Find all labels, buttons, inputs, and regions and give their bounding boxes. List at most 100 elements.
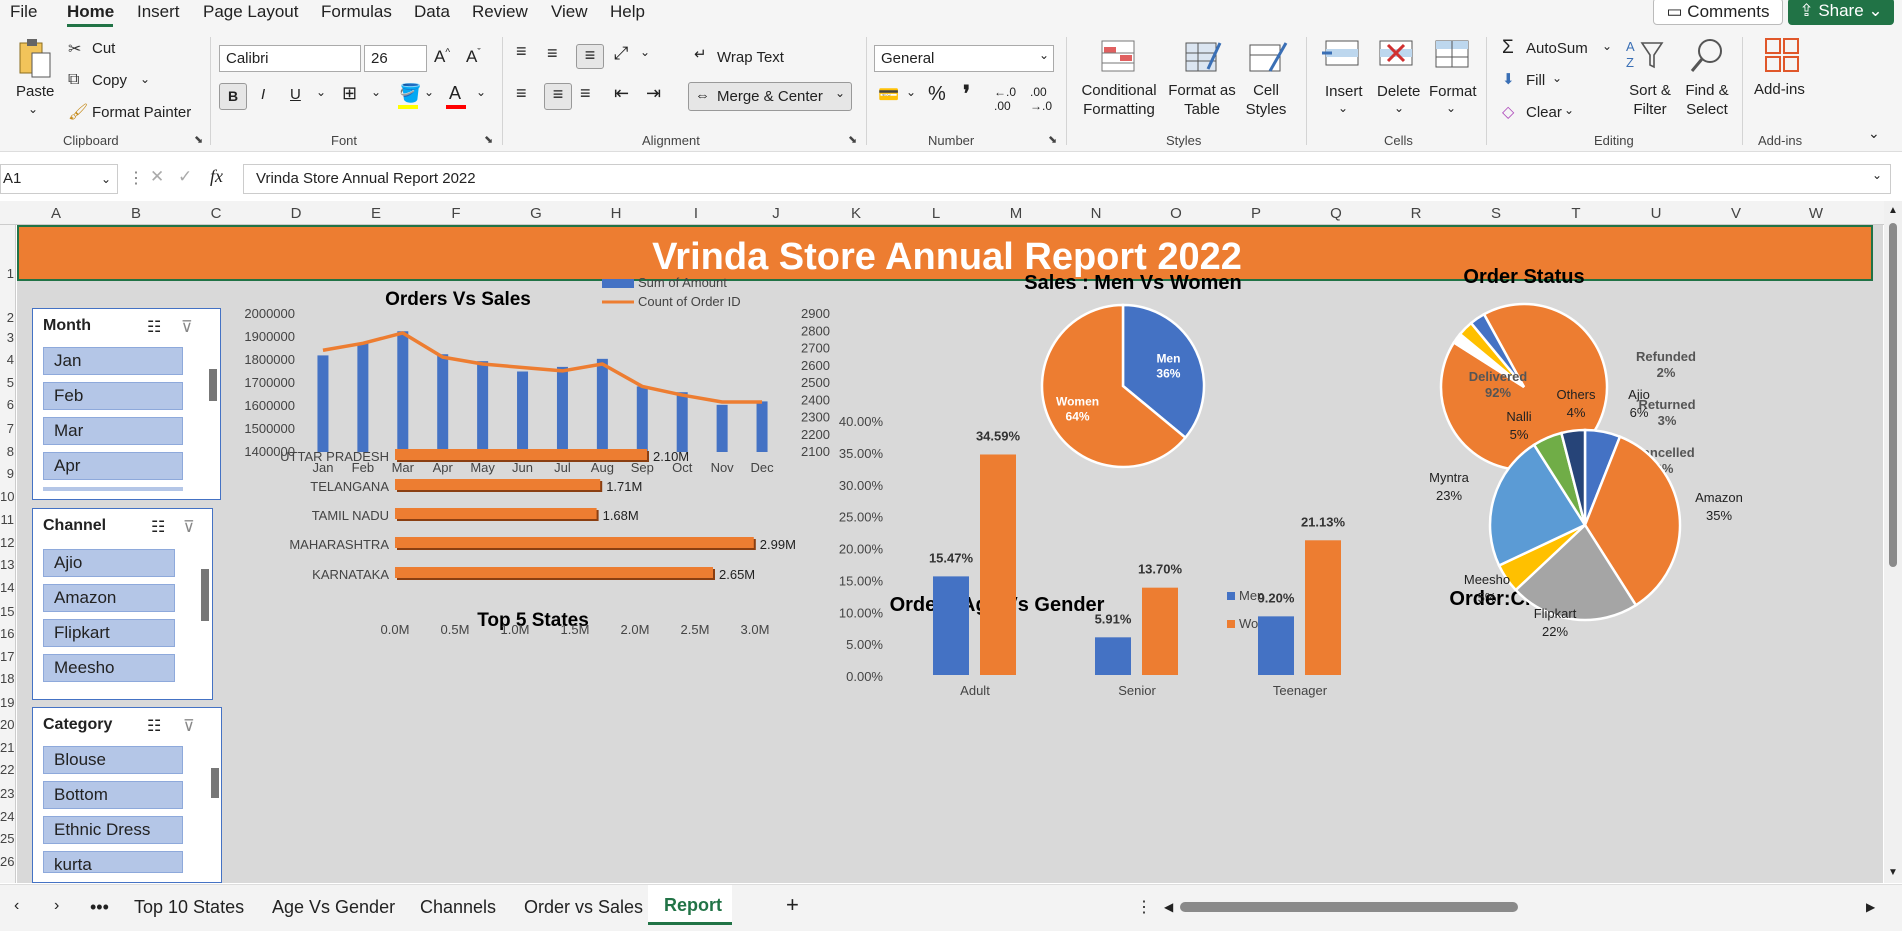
conditional-formatting-button[interactable]: Conditional Formatting	[1080, 81, 1158, 119]
chevron-down-icon[interactable]: ⌄	[640, 45, 650, 59]
cell-styles-button[interactable]: Cell Styles	[1236, 81, 1296, 119]
chevron-down-icon[interactable]: ⌄	[140, 72, 150, 86]
fill-color-icon[interactable]: 🪣	[399, 83, 421, 104]
sort-filter-button[interactable]: Sort & Filter	[1622, 81, 1678, 119]
chevron-down-icon[interactable]: ⌄	[1394, 101, 1404, 115]
menu-page-layout[interactable]: Page Layout	[203, 2, 298, 22]
add-ins-icon[interactable]	[1764, 37, 1802, 78]
comments-button[interactable]: ▭ Comments	[1653, 0, 1783, 25]
column-header[interactable]: W	[1806, 205, 1826, 222]
column-header[interactable]: P	[1246, 205, 1266, 222]
fill-button[interactable]: Fill	[1526, 72, 1545, 89]
scroll-right-icon[interactable]: ▶	[1866, 900, 1875, 914]
scroll-left-icon[interactable]: ◀	[1164, 900, 1173, 914]
paste-icon[interactable]	[14, 37, 54, 78]
insert-cells-icon[interactable]	[1322, 37, 1362, 76]
top-5-states-chart[interactable]: Top 5 States UTTAR PRADESH 2.10MTELANGANA…	[280, 449, 796, 637]
share-button[interactable]: ⇪ Share ⌄	[1788, 0, 1894, 25]
number-format-select[interactable]: General	[874, 45, 1054, 72]
column-header[interactable]: U	[1646, 205, 1666, 222]
copy-button[interactable]: Copy	[92, 72, 127, 89]
row-header[interactable]: 1	[0, 266, 14, 281]
menu-home[interactable]: Home	[67, 2, 114, 22]
sort-filter-icon[interactable]: AZ	[1626, 37, 1666, 76]
italic-button[interactable]: I	[261, 86, 265, 103]
chevron-down-icon[interactable]: ⌄	[906, 85, 916, 99]
tab-order-vs-sales[interactable]: Order vs Sales	[524, 897, 643, 918]
collapse-ribbon-icon[interactable]: ⌄	[1868, 125, 1880, 142]
row-header[interactable]: 8	[0, 444, 14, 459]
chevron-down-icon[interactable]: ⌄	[371, 85, 381, 99]
font-name-select[interactable]: Calibri	[219, 45, 361, 72]
align-center-icon[interactable]: ≡	[544, 83, 572, 110]
decrease-font-icon[interactable]: Aˇ	[466, 47, 481, 67]
column-header[interactable]: K	[846, 205, 866, 222]
column-header[interactable]: L	[926, 205, 946, 222]
align-left-icon[interactable]: ≡	[516, 83, 527, 104]
tab-top-10-states[interactable]: Top 10 States	[134, 897, 244, 918]
delete-cells-icon[interactable]	[1376, 37, 1416, 76]
row-header[interactable]: 2	[0, 310, 14, 325]
column-header[interactable]: B	[126, 205, 146, 222]
add-sheet-icon[interactable]: +	[786, 892, 799, 918]
row-header[interactable]: 21	[0, 740, 14, 755]
column-header[interactable]: D	[286, 205, 306, 222]
find-select-button[interactable]: Find & Select	[1678, 81, 1736, 119]
menu-data[interactable]: Data	[414, 2, 450, 22]
align-bottom-icon[interactable]: ≡	[576, 44, 604, 69]
tab-channels[interactable]: Channels	[420, 897, 496, 918]
row-header[interactable]: 7	[0, 421, 14, 436]
format-cells-icon[interactable]	[1432, 37, 1472, 76]
scroll-down-icon[interactable]: ▼	[1888, 867, 1898, 878]
chevron-down-icon[interactable]: ⌄	[28, 102, 38, 116]
autosum-button[interactable]: AutoSum	[1526, 40, 1588, 57]
column-header[interactable]: S	[1486, 205, 1506, 222]
column-header[interactable]: F	[446, 205, 466, 222]
comma-style-button[interactable]: ❜	[963, 81, 970, 107]
chevron-down-icon[interactable]: ⌄	[1552, 71, 1562, 85]
align-top-icon[interactable]: ≡	[516, 41, 527, 62]
format-painter-button[interactable]: Format Painter	[92, 104, 191, 121]
column-header[interactable]: Q	[1326, 205, 1346, 222]
row-header[interactable]: 20	[0, 717, 14, 732]
chevron-down-icon[interactable]: ⌄	[1564, 103, 1574, 117]
row-header[interactable]: 3	[0, 330, 14, 345]
row-header[interactable]: 18	[0, 671, 14, 686]
percent-button[interactable]: %	[928, 83, 946, 106]
column-header[interactable]: M	[1006, 205, 1026, 222]
dialog-launcher-icon[interactable]: ⬊	[1048, 133, 1057, 146]
scroll-up-icon[interactable]: ▲	[1888, 205, 1898, 216]
row-header[interactable]: 10	[0, 489, 14, 504]
column-header[interactable]: O	[1166, 205, 1186, 222]
row-header[interactable]: 5	[0, 375, 14, 390]
row-header[interactable]: 12	[0, 535, 14, 550]
row-header[interactable]: 13	[0, 557, 14, 572]
column-header[interactable]: J	[766, 205, 786, 222]
chevron-down-icon[interactable]: ⌄	[476, 85, 486, 99]
name-box[interactable]: A1 ⌄	[0, 164, 118, 194]
merge-center-button[interactable]: ⇔ Merge & Center ⌄	[688, 82, 852, 111]
row-header[interactable]: 23	[0, 786, 14, 801]
paste-button[interactable]: Paste	[16, 83, 54, 100]
decrease-indent-icon[interactable]: ⇤	[614, 83, 629, 104]
dialog-launcher-icon[interactable]: ⬊	[194, 133, 203, 146]
expand-formula-icon[interactable]: ⌄	[1872, 168, 1882, 182]
conditional-formatting-icon[interactable]	[1100, 39, 1136, 78]
chevron-down-icon[interactable]: ⌄	[1338, 101, 1348, 115]
orientation-icon[interactable]: ⤢	[614, 43, 628, 64]
format-button[interactable]: Format	[1429, 83, 1477, 100]
orders-vs-sales-chart[interactable]: Orders Vs Sales Sum of Amount Count of O…	[244, 275, 830, 475]
row-header[interactable]: 6	[0, 397, 14, 412]
more-icon[interactable]: ⋮	[128, 168, 144, 188]
font-size-select[interactable]: 26	[364, 45, 427, 72]
row-header[interactable]: 26	[0, 854, 14, 869]
tab-report[interactable]: Report	[648, 885, 732, 925]
check-icon[interactable]: ✓	[178, 167, 192, 187]
row-header[interactable]: 4	[0, 352, 14, 367]
row-header[interactable]: 16	[0, 626, 14, 641]
bold-button[interactable]: B	[219, 83, 247, 110]
row-header[interactable]: 17	[0, 649, 14, 664]
column-header[interactable]: N	[1086, 205, 1106, 222]
menu-file[interactable]: File	[10, 2, 37, 22]
format-as-table-icon[interactable]	[1184, 39, 1222, 80]
